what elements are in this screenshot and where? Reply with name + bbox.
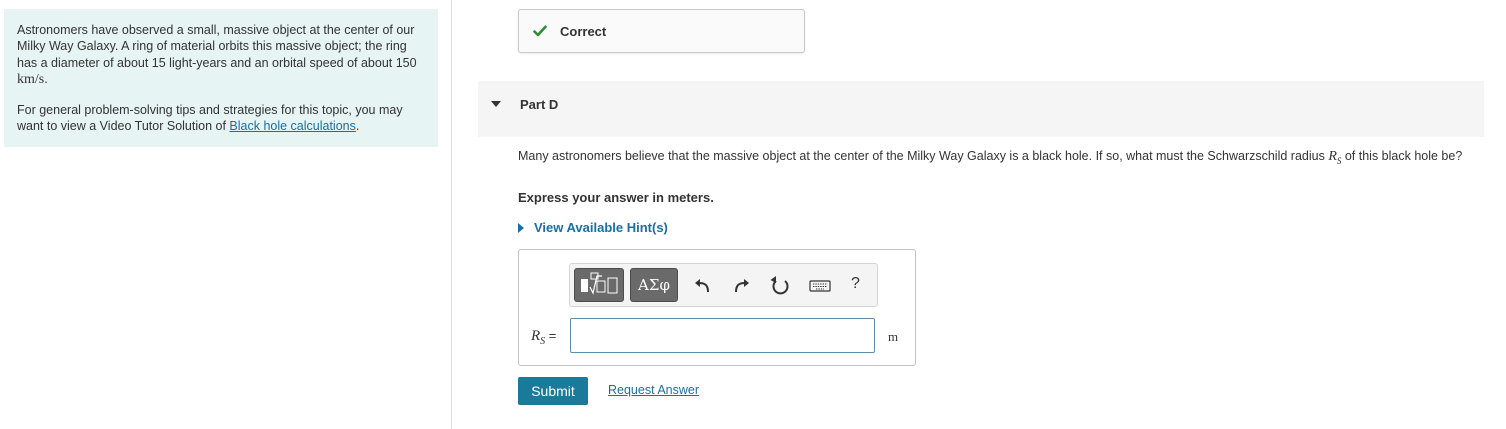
- answer-instruction: Express your answer in meters.: [518, 190, 714, 205]
- tips-paragraph: For general problem-solving tips and str…: [17, 102, 426, 135]
- schwarzschild-symbol: RS: [1328, 149, 1341, 166]
- problem-text: Astronomers have observed a small, massi…: [17, 23, 417, 70]
- column-divider: [451, 0, 452, 429]
- collapse-triangle-icon[interactable]: [491, 101, 501, 107]
- view-hints-link[interactable]: View Available Hint(s): [518, 220, 668, 235]
- checkmark-icon: [533, 25, 547, 37]
- video-tutor-link[interactable]: Black hole calculations: [229, 119, 355, 133]
- keyboard-icon[interactable]: [808, 275, 832, 297]
- symbol-r: R: [1328, 149, 1337, 164]
- request-answer-link[interactable]: Request Answer: [608, 383, 699, 397]
- redo-icon[interactable]: [730, 275, 752, 297]
- templates-button[interactable]: [574, 268, 624, 302]
- feedback-label: Correct: [560, 23, 607, 39]
- answer-area: ΑΣφ ? RS = m: [518, 249, 916, 366]
- submit-button[interactable]: Submit: [518, 377, 588, 405]
- templates-icon: [581, 272, 618, 295]
- question-pre: Many astronomers believe that the massiv…: [518, 149, 1329, 163]
- undo-icon[interactable]: [692, 275, 714, 297]
- reset-icon[interactable]: [769, 275, 791, 297]
- help-button[interactable]: ?: [851, 275, 860, 293]
- problem-intro-panel: Astronomers have observed a small, massi…: [4, 9, 438, 147]
- part-title: Part D: [520, 97, 559, 112]
- answer-label: RS =: [531, 328, 556, 347]
- answer-input[interactable]: [570, 318, 875, 353]
- question-post: of this black hole be?: [1341, 149, 1463, 163]
- problem-statement: Astronomers have observed a small, massi…: [17, 22, 426, 88]
- tips-text-end: .: [355, 119, 360, 134]
- expand-triangle-icon: [518, 222, 524, 233]
- hints-label: View Available Hint(s): [534, 220, 668, 235]
- speed-unit: km/s: [17, 71, 45, 87]
- problem-text-end: .: [44, 71, 48, 86]
- correct-feedback-box: Correct: [518, 9, 805, 53]
- part-d-header[interactable]: Part D: [478, 81, 1484, 137]
- answer-label-symbol: R: [531, 328, 541, 344]
- answer-equals: =: [545, 328, 557, 343]
- unit-label: m: [888, 329, 899, 344]
- question-text: Many astronomers believe that the massiv…: [518, 148, 1493, 169]
- math-toolbar: ΑΣφ ?: [569, 263, 878, 307]
- greek-symbols-button[interactable]: ΑΣφ: [630, 268, 678, 302]
